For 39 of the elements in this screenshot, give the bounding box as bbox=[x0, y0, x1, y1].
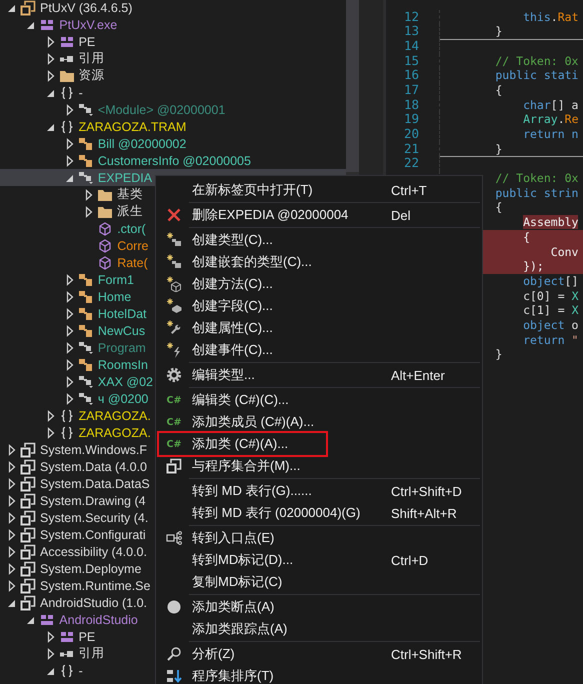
line-number: 22 bbox=[402, 156, 419, 172]
line-number: 14 bbox=[402, 38, 419, 54]
csharp-icon: C# bbox=[166, 416, 182, 428]
keyboard-shortcut: Ctrl+D bbox=[391, 552, 428, 568]
line-number: 19 bbox=[402, 112, 419, 127]
keyboard-shortcut: Ctrl+T bbox=[391, 182, 427, 198]
line-number: 18 bbox=[402, 98, 419, 112]
line-number: 15 bbox=[402, 54, 419, 68]
code-line: public stati bbox=[494, 68, 580, 83]
keyboard-shortcut: Shift+Alt+R bbox=[391, 506, 457, 520]
line-number: 12 bbox=[402, 10, 419, 24]
code-line: { bbox=[494, 82, 504, 98]
code-line: c[1] = X bbox=[522, 303, 580, 318]
code-line: Array.Re bbox=[522, 112, 580, 127]
code-line: char[] a bbox=[522, 98, 580, 112]
code-line: this.Rat bbox=[522, 10, 580, 24]
code-line: return " bbox=[522, 332, 580, 348]
code-line: // Token: 0x bbox=[494, 171, 580, 186]
code-line: object o bbox=[522, 318, 580, 333]
code-line: } bbox=[494, 142, 504, 156]
code-line: } bbox=[494, 24, 504, 39]
keyboard-shortcut: Del bbox=[391, 208, 411, 222]
keyboard-shortcut: Alt+Enter bbox=[391, 368, 445, 382]
code-line: return n bbox=[522, 127, 580, 142]
line-number: 16 bbox=[402, 68, 419, 83]
code-line: public strin bbox=[494, 186, 580, 200]
line-number: 13 bbox=[402, 24, 419, 39]
csharp-icon: C# bbox=[166, 438, 182, 450]
code-line: // Token: 0x bbox=[494, 54, 580, 68]
line-number: 21 bbox=[402, 142, 419, 156]
csharp-icon: C# bbox=[166, 394, 182, 406]
code-line: object[] bbox=[522, 274, 580, 289]
keyboard-shortcut: Ctrl+Shift+R bbox=[391, 646, 462, 662]
code-line: { bbox=[494, 200, 504, 216]
line-number: 20 bbox=[402, 127, 419, 142]
keyboard-shortcut: Ctrl+Shift+D bbox=[391, 484, 462, 498]
code-line: c[0] = X bbox=[522, 288, 580, 304]
code-line: } bbox=[494, 347, 504, 362]
line-number: 17 bbox=[402, 82, 419, 98]
